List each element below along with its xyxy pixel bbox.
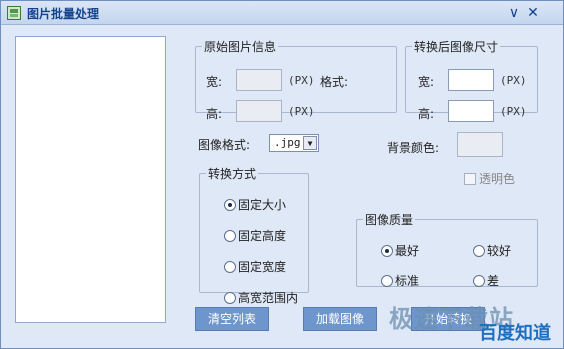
image-quality-legend: 图像质量 bbox=[365, 213, 414, 227]
original-info-group: 原始图片信息 宽: (PX) 格式: 高: (PX) bbox=[195, 38, 397, 122]
quality-option-label: 标准 bbox=[395, 274, 420, 288]
original-format-label: 格式: bbox=[320, 75, 349, 89]
original-height-field bbox=[236, 100, 282, 122]
chevron-down-icon[interactable]: ▼ bbox=[303, 136, 317, 150]
target-height-unit: (PX) bbox=[500, 105, 527, 118]
image-format-value: .jpg bbox=[274, 136, 301, 149]
convert-mode-legend: 转换方式 bbox=[208, 167, 257, 181]
mode-option-label: 固定高度 bbox=[238, 229, 287, 243]
radio-dot[interactable] bbox=[224, 229, 236, 242]
watermark-baidu-logo: 百度知道 bbox=[479, 323, 551, 344]
radio-dot[interactable] bbox=[381, 244, 393, 257]
transparent-label: 透明色 bbox=[479, 172, 516, 186]
radio-dot[interactable] bbox=[473, 244, 485, 257]
quality-option-label: 最好 bbox=[395, 244, 420, 258]
image-format-select[interactable]: .jpg ▼ bbox=[269, 134, 319, 152]
window-title: 图片批量处理 bbox=[27, 7, 100, 21]
target-height-label: 高: bbox=[418, 107, 435, 121]
minimize-button[interactable]: ∨ bbox=[505, 4, 523, 22]
quality-option-label: 差 bbox=[487, 274, 500, 288]
quality-good-radio[interactable]: 较好 bbox=[473, 242, 511, 259]
radio-dot[interactable] bbox=[381, 274, 393, 287]
target-width-input[interactable] bbox=[448, 69, 494, 91]
mode-fixed-size-radio[interactable]: 固定大小 bbox=[224, 196, 286, 213]
mode-within-range-radio[interactable]: 高宽范围内 bbox=[224, 289, 298, 306]
close-button[interactable]: ✕ bbox=[524, 4, 542, 22]
app-icon bbox=[7, 6, 21, 20]
mode-fixed-height-radio[interactable]: 固定高度 bbox=[224, 227, 286, 244]
quality-poor-radio[interactable]: 差 bbox=[473, 272, 499, 289]
radio-dot[interactable] bbox=[224, 291, 236, 304]
original-width-unit: (PX) bbox=[288, 74, 315, 87]
radio-dot[interactable] bbox=[473, 274, 485, 287]
mode-option-label: 固定宽度 bbox=[238, 260, 287, 274]
target-size-group: 转换后图像尺寸 宽: (PX) 高: (PX) bbox=[405, 38, 538, 122]
target-width-label: 宽: bbox=[418, 75, 435, 89]
original-info-legend: 原始图片信息 bbox=[204, 40, 277, 54]
image-format-label: 图像格式: bbox=[198, 138, 251, 152]
image-file-list[interactable] bbox=[15, 36, 166, 323]
quality-standard-radio[interactable]: 标准 bbox=[381, 272, 419, 289]
background-color-label: 背景颜色: bbox=[387, 141, 440, 155]
transparent-checkbox[interactable]: 透明色 bbox=[464, 170, 515, 187]
original-height-unit: (PX) bbox=[288, 105, 315, 118]
background-color-swatch[interactable] bbox=[457, 132, 503, 157]
original-width-label: 宽: bbox=[206, 75, 223, 89]
image-quality-group: 图像质量 最好 较好 标准 差 bbox=[356, 211, 538, 289]
original-height-label: 高: bbox=[206, 107, 223, 121]
title-bar[interactable]: 图片批量处理 ∨ ✕ bbox=[1, 1, 563, 25]
checkbox-box[interactable] bbox=[464, 172, 476, 185]
target-width-unit: (PX) bbox=[500, 74, 527, 87]
original-width-field bbox=[236, 69, 282, 91]
mode-option-label: 高宽范围内 bbox=[238, 291, 299, 305]
quality-option-label: 较好 bbox=[487, 244, 512, 258]
load-image-button[interactable]: 加载图像 bbox=[303, 307, 377, 331]
radio-dot[interactable] bbox=[224, 260, 236, 273]
clear-list-button[interactable]: 清空列表 bbox=[195, 307, 269, 331]
mode-fixed-width-radio[interactable]: 固定宽度 bbox=[224, 258, 286, 275]
target-size-legend: 转换后图像尺寸 bbox=[414, 40, 499, 54]
quality-best-radio[interactable]: 最好 bbox=[381, 242, 419, 259]
batch-image-window: 图片批量处理 ∨ ✕ 原始图片信息 宽: (PX) 格式: 高: (PX) 转换… bbox=[0, 0, 564, 349]
radio-dot[interactable] bbox=[224, 198, 236, 211]
target-height-input[interactable] bbox=[448, 100, 494, 122]
mode-option-label: 固定大小 bbox=[238, 198, 287, 212]
convert-mode-group: 转换方式 固定大小 固定高度 固定宽度 高宽范围内 bbox=[199, 165, 309, 305]
